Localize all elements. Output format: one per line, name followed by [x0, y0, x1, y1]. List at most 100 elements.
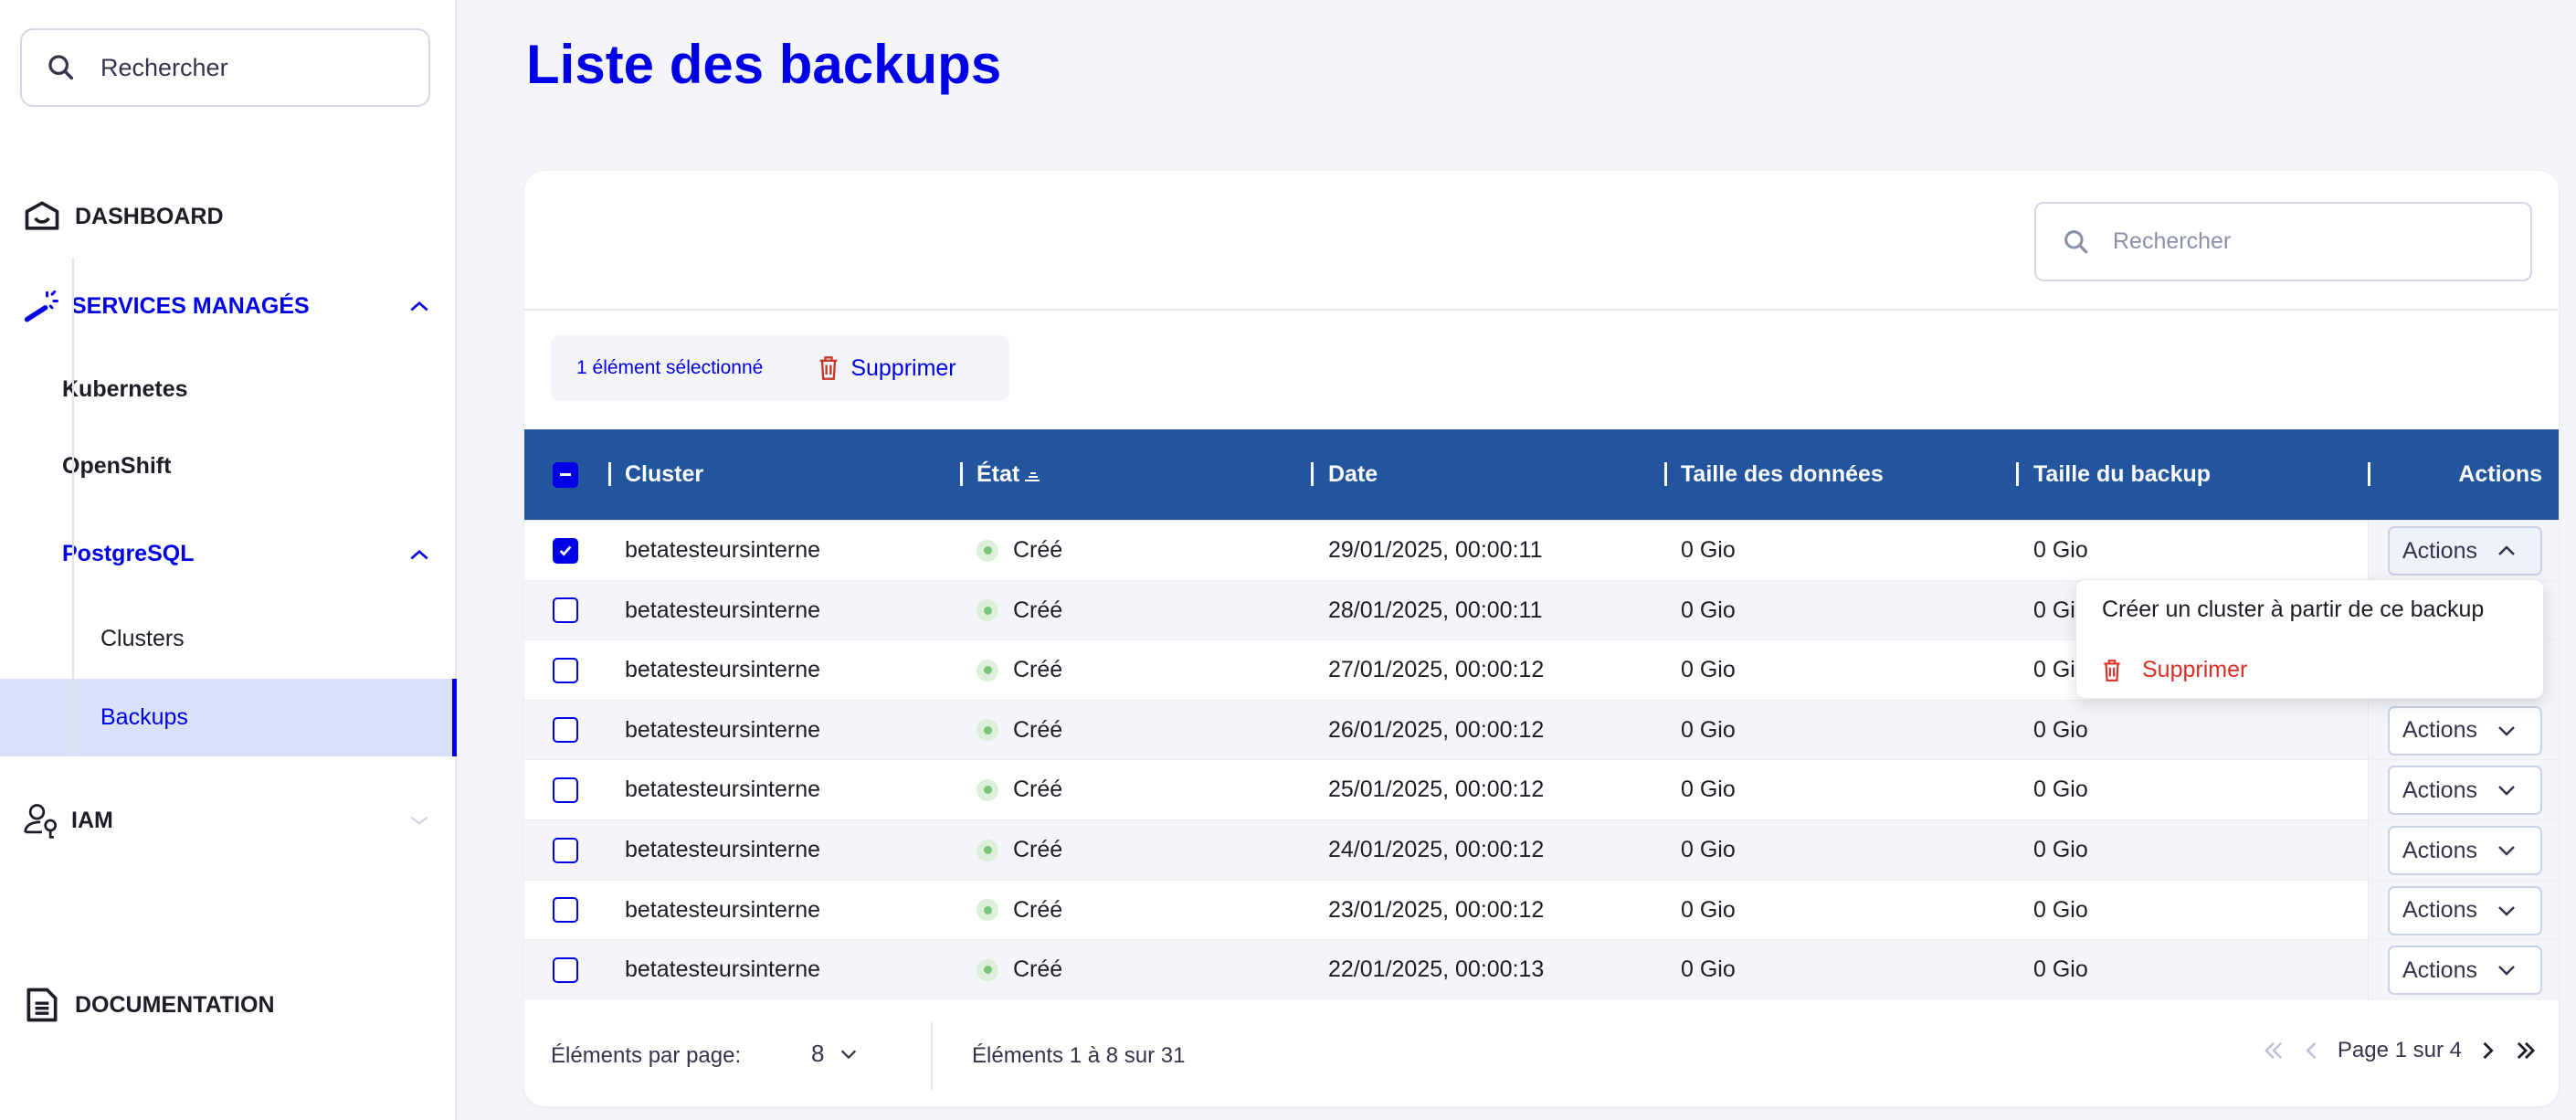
document-icon [26, 988, 58, 1022]
cell-state: Créé [977, 581, 1062, 640]
status-dot-icon [977, 719, 998, 742]
row-actions-button[interactable]: Actions [2388, 885, 2542, 935]
row-checkbox[interactable] [553, 820, 578, 880]
row-checkbox[interactable] [553, 521, 578, 580]
per-page-value: 8 [811, 1040, 825, 1067]
cell-cluster: betatesteursinterne [625, 716, 821, 743]
row-actions-button[interactable]: Actions [2388, 526, 2542, 576]
status-dot-icon [977, 599, 998, 622]
table-header: Cluster État Date Taille des données Tai… [524, 429, 2559, 520]
cell-cluster: betatesteursinterne [625, 597, 821, 623]
column-header-etat-label: État [977, 461, 1020, 487]
sidebar: Rechercher DASHBOARD SERVICES MANAGÉS Ku… [0, 0, 457, 1120]
cell-state: Créé [977, 881, 1062, 940]
sidebar-search-input[interactable]: Rechercher [20, 28, 430, 107]
trash-icon [2104, 659, 2120, 682]
state-label: Créé [1013, 956, 1063, 983]
state-label: Créé [1013, 657, 1063, 683]
cell-date: 28/01/2025, 00:00:11 [1328, 597, 1543, 623]
row-checkbox[interactable] [553, 581, 578, 640]
row-actions-button[interactable]: Actions [2388, 705, 2542, 755]
home-icon [25, 201, 59, 230]
column-header-backup-size[interactable]: Taille du backup [2033, 429, 2211, 520]
column-header-data-size[interactable]: Taille des données [1681, 429, 1884, 520]
row-checkbox[interactable] [553, 760, 578, 819]
column-separator [608, 462, 611, 486]
nav-clusters[interactable]: Clusters [100, 626, 185, 652]
table-row: betatesteursinterne Créé 29/01/2025, 00:… [524, 520, 2559, 581]
status-dot-icon [977, 899, 998, 922]
row-checkbox[interactable] [553, 881, 578, 940]
table-row: betatesteursinterne Créé 25/01/2025, 00:… [524, 759, 2559, 820]
state-label: Créé [1013, 537, 1063, 563]
tree-line [72, 258, 74, 756]
cell-data-size: 0 Gio [1681, 777, 1736, 803]
select-all-checkbox[interactable] [553, 429, 578, 520]
per-page-label: Éléments par page: [551, 1043, 742, 1068]
menu-item-create-cluster[interactable]: Créer un cluster à partir de ce backup [2102, 597, 2484, 623]
column-header-etat[interactable]: État [977, 429, 1041, 520]
row-checkbox[interactable] [553, 701, 578, 760]
menu-item-delete[interactable]: Supprimer [2102, 657, 2247, 683]
nav-backups[interactable]: Backups [100, 704, 188, 731]
chevron-down-icon [2498, 846, 2515, 856]
chevron-up-icon[interactable] [407, 543, 431, 566]
cell-data-size: 0 Gio [1681, 956, 1736, 983]
cell-data-size: 0 Gio [1681, 597, 1736, 623]
row-checkbox[interactable] [553, 940, 578, 999]
cell-date: 25/01/2025, 00:00:12 [1328, 777, 1545, 803]
column-header-cluster[interactable]: Cluster [625, 429, 703, 520]
nav-postgresql[interactable]: PostgreSQL [62, 541, 194, 567]
cell-date: 22/01/2025, 00:00:13 [1328, 956, 1545, 983]
first-page-icon[interactable] [2261, 1038, 2286, 1063]
per-page-select[interactable]: 8 [811, 1040, 859, 1068]
nav-dashboard[interactable]: DASHBOARD [0, 196, 457, 237]
status-dot-icon [977, 778, 998, 801]
nav-iam[interactable]: IAM [0, 800, 457, 840]
cell-cluster: betatesteursinterne [625, 657, 821, 683]
cell-data-size: 0 Gio [1681, 537, 1736, 563]
table-search-input[interactable]: Rechercher [2034, 202, 2532, 281]
table-row: betatesteursinterne Créé 23/01/2025, 00:… [524, 879, 2559, 941]
last-page-icon[interactable] [2513, 1038, 2539, 1063]
row-actions-label: Actions [2402, 717, 2477, 744]
sidebar-search-placeholder: Rechercher [100, 53, 228, 81]
chevron-down-icon [2498, 786, 2515, 797]
cell-data-size: 0 Gio [1681, 716, 1736, 743]
row-actions-button[interactable]: Actions [2388, 826, 2542, 875]
nav-documentation[interactable]: DOCUMENTATION [0, 985, 457, 1025]
row-actions-button[interactable]: Actions [2388, 946, 2542, 996]
table-row: betatesteursinterne Créé 22/01/2025, 00:… [524, 939, 2559, 1000]
nav-kubernetes[interactable]: Kubernetes [62, 376, 188, 403]
column-header-actions: Actions [2458, 461, 2542, 487]
nav-openshift[interactable]: OpenShift [62, 453, 171, 480]
chevron-up-icon[interactable] [407, 294, 431, 318]
column-header-date[interactable]: Date [1328, 429, 1378, 520]
nav-dashboard-label: DASHBOARD [75, 203, 224, 229]
status-dot-icon [977, 958, 998, 981]
previous-page-icon[interactable] [2299, 1038, 2325, 1063]
row-actions-label: Actions [2402, 777, 2477, 803]
nav-backups-highlight [0, 679, 457, 756]
row-actions-menu: Créer un cluster à partir de ce backup S… [2075, 579, 2544, 699]
bulk-delete-label: Supprimer [850, 354, 956, 381]
cell-backup-size: 0 Gio [2033, 956, 2088, 983]
nav-services-manages[interactable]: SERVICES MANAGÉS [0, 286, 457, 326]
row-actions-label: Actions [2402, 837, 2477, 863]
state-label: Créé [1013, 777, 1063, 803]
selection-count: 1 élément sélectionné [576, 357, 764, 378]
row-checkbox[interactable] [553, 640, 578, 700]
column-separator [2368, 462, 2370, 486]
cell-date: 29/01/2025, 00:00:11 [1328, 537, 1543, 563]
nav-services-label: SERVICES MANAGÉS [71, 292, 310, 319]
row-actions-button[interactable]: Actions [2388, 766, 2542, 816]
cell-state: Créé [977, 940, 1062, 999]
table-search-placeholder: Rechercher [2113, 228, 2232, 254]
bulk-delete-button[interactable]: Supprimer [818, 354, 956, 382]
nav-documentation-label: DOCUMENTATION [75, 991, 275, 1018]
cell-backup-size: 0 Gio [2033, 896, 2088, 923]
menu-item-delete-label: Supprimer [2142, 657, 2248, 682]
chevron-up-icon [2498, 545, 2515, 555]
next-page-icon[interactable] [2475, 1038, 2500, 1063]
chevron-down-icon[interactable] [407, 808, 431, 832]
